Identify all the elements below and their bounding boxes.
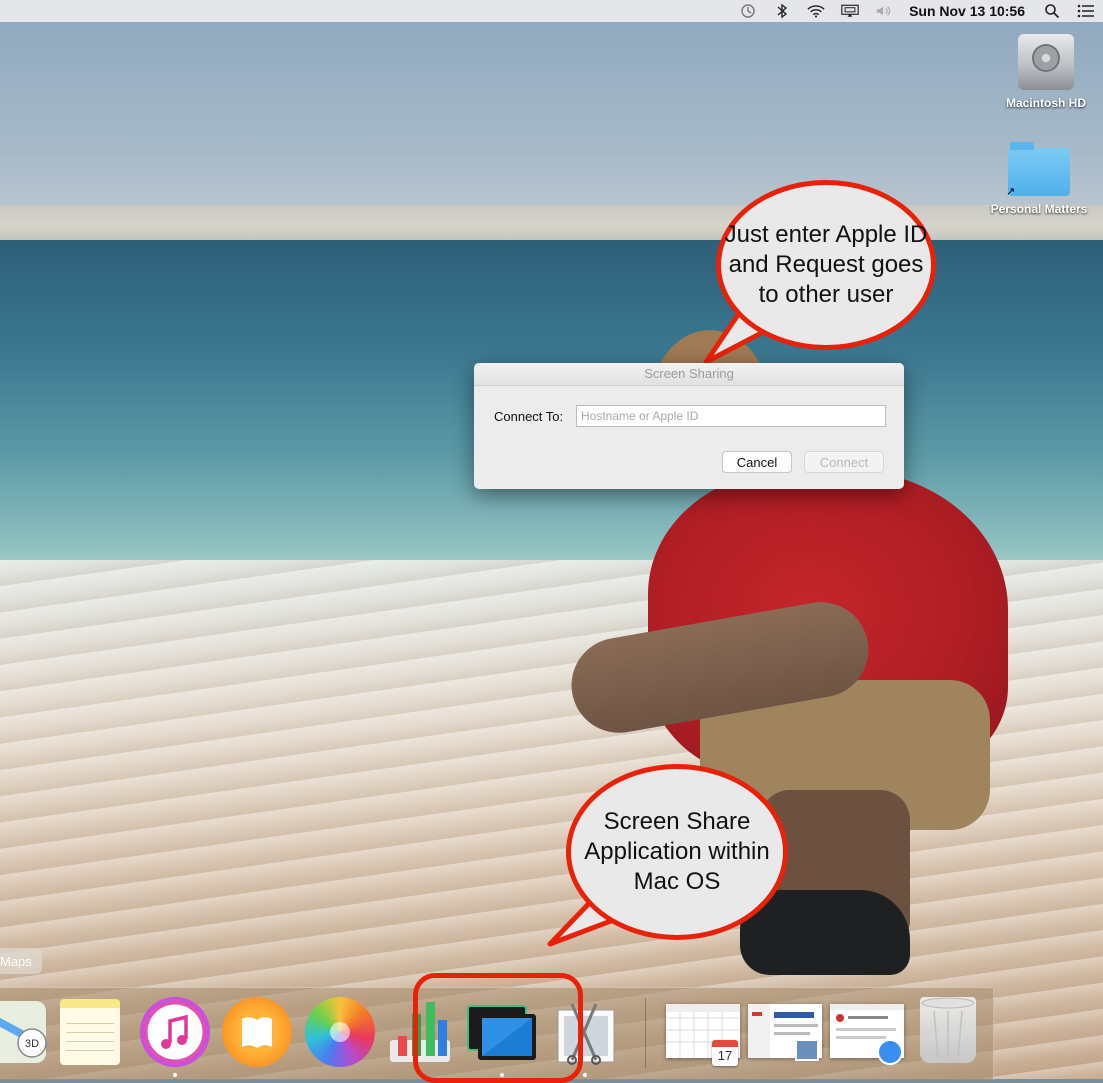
maps-icon: 3D <box>0 1001 48 1063</box>
callout-bottom-tail <box>547 889 643 947</box>
notes-icon <box>66 1015 114 1059</box>
music-note-icon <box>161 1014 188 1049</box>
dock-app-notes[interactable] <box>60 999 120 1065</box>
calendar-badge: 17 <box>712 1040 738 1066</box>
running-indicator <box>173 1073 177 1077</box>
photos-flower-icon <box>330 1022 350 1042</box>
dock-trash[interactable] <box>920 997 976 1063</box>
callout-bottom-text: Screen Share Application within Mac OS <box>566 764 788 940</box>
dock-tooltip: Maps <box>0 948 42 974</box>
dock-app-photos[interactable] <box>305 997 375 1067</box>
screen-sharing-highlight <box>413 973 583 1083</box>
book-icon <box>242 1017 272 1048</box>
svg-text:3D: 3D <box>25 1038 39 1050</box>
trash-icon <box>921 997 975 1058</box>
dock-app-ibooks[interactable] <box>222 997 292 1067</box>
preview-badge-icon <box>794 1036 822 1064</box>
dock-app-itunes[interactable] <box>140 997 210 1067</box>
calendar-day: 17 <box>717 1048 733 1063</box>
safari-compass-icon <box>876 1038 904 1066</box>
calendar-badge-header <box>712 1040 738 1047</box>
running-indicator <box>583 1073 587 1077</box>
dock-separator <box>645 998 646 1068</box>
